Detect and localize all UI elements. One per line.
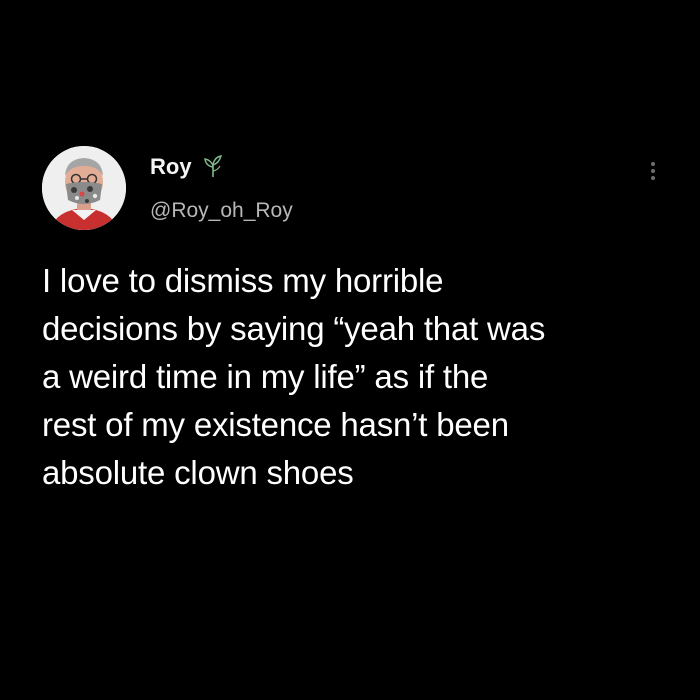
author-handle[interactable]: @Roy_oh_Roy: [150, 197, 293, 225]
more-options-icon[interactable]: [640, 158, 666, 184]
tweet-text-line: decisions by saying “yeah that was: [42, 310, 546, 347]
plant-icon: [204, 155, 222, 177]
tweet-card: Roy @Roy_oh_Roy I love to dismiss my hor…: [0, 0, 700, 700]
tweet-text: I love to dismiss my horrible decisions …: [42, 257, 682, 497]
tweet-text-line: rest of my existence hasn’t been: [42, 406, 509, 443]
avatar-image: [42, 146, 126, 230]
author-display-name[interactable]: Roy: [150, 153, 192, 181]
tweet-text-line: a weird time in my life” as if the: [42, 358, 489, 395]
avatar[interactable]: [42, 146, 126, 230]
tweet-text-line: absolute clown shoes: [42, 454, 354, 491]
tweet-text-line: I love to dismiss my horrible: [42, 262, 444, 299]
